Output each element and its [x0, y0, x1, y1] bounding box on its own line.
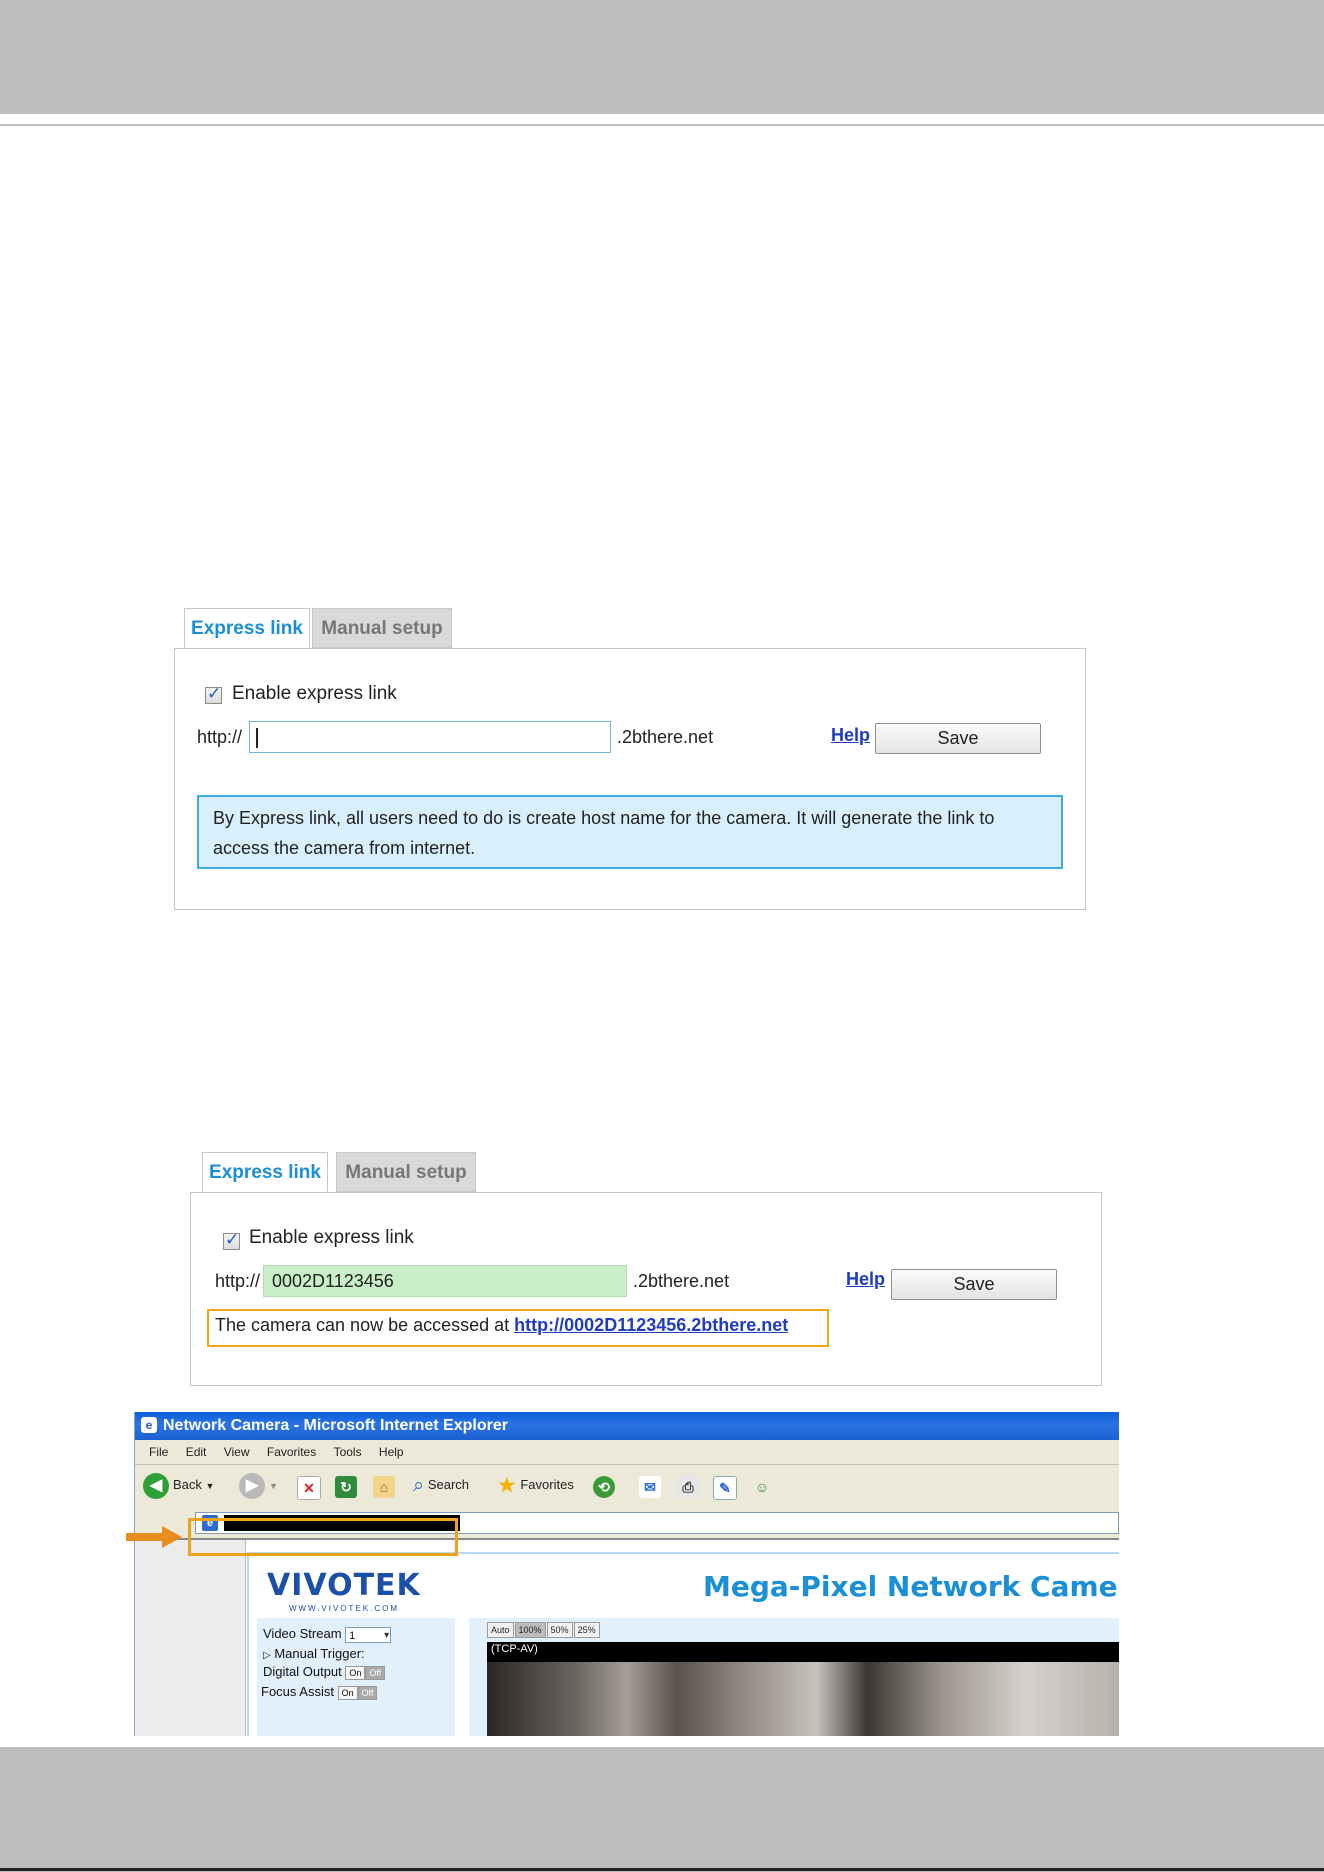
back-button[interactable]: ◀ Back ▼ [143, 1472, 214, 1499]
digital-output-row: Digital Output On Off [263, 1664, 386, 1680]
live-video[interactable]: (TCP-AV) [487, 1642, 1119, 1736]
video-stream-select[interactable]: 1 [345, 1626, 392, 1644]
ie-icon: e [141, 1417, 157, 1433]
focus-assist-row: Focus Assist On Off [261, 1684, 378, 1700]
browser-window: e Network Camera - Microsoft Internet Ex… [134, 1412, 1119, 1736]
browser-title-bar: e Network Camera - Microsoft Internet Ex… [135, 1412, 1119, 1440]
menu-view[interactable]: View [224, 1445, 250, 1459]
star-icon: ★ [497, 1472, 517, 1498]
favorites-button[interactable]: ★ Favorites [497, 1472, 574, 1499]
mail-icon[interactable]: ✉ [639, 1476, 661, 1498]
browser-content: VIVOTEK WWW.VIVOTEK.COM Mega-Pixel Netwo… [135, 1538, 1119, 1736]
zoom-auto-button[interactable]: Auto [487, 1622, 514, 1638]
save-button[interactable]: Save [891, 1269, 1057, 1300]
pointer-arrow [126, 1526, 182, 1548]
help-link[interactable]: Help [846, 1269, 885, 1290]
content-left-margin [135, 1540, 246, 1736]
zoom-bar: Auto 100% 50% 25% [487, 1622, 601, 1638]
access-notice: The camera can now be accessed at http:/… [207, 1309, 829, 1347]
express-link-panel-empty: Express link Manual setup Enable express… [174, 608, 1086, 910]
express-link-box: Enable express link http:// 0002D1123456… [190, 1192, 1102, 1386]
express-link-box: Enable express link http:// .2bthere.net… [174, 648, 1086, 910]
expand-arrow-icon: ▷ [263, 1650, 271, 1661]
browser-title: Network Camera - Microsoft Internet Expl… [163, 1417, 508, 1434]
video-stream-row: Video Stream 1 [263, 1626, 392, 1644]
camera-web-page: VIVOTEK WWW.VIVOTEK.COM Mega-Pixel Netwo… [247, 1552, 1119, 1736]
search-button[interactable]: ⌕ Search [413, 1472, 469, 1499]
save-button[interactable]: Save [875, 723, 1041, 754]
domain-suffix: .2bthere.net [633, 1271, 730, 1291]
menu-file[interactable]: File [149, 1445, 168, 1459]
digital-output-off-button[interactable]: Off [365, 1665, 386, 1680]
refresh-icon[interactable]: ↻ [335, 1476, 357, 1498]
enable-express-link-label: Enable express link [232, 683, 397, 704]
forward-button[interactable]: ▶ ▼ [239, 1472, 278, 1499]
enable-express-link-checkbox[interactable] [205, 684, 222, 704]
stop-icon[interactable]: ✕ [297, 1476, 321, 1500]
enable-express-link-label: Enable express link [249, 1227, 414, 1248]
video-frame [487, 1662, 1119, 1736]
tab-manual-setup[interactable]: Manual setup [336, 1152, 476, 1192]
camera-url-link[interactable]: http://0002D1123456.2bthere.net [514, 1315, 788, 1335]
help-link[interactable]: Help [831, 725, 870, 746]
host-name-input[interactable]: 0002D1123456 [263, 1265, 627, 1297]
express-link-panel-filled: Express link Manual setup Enable express… [190, 1152, 1102, 1386]
domain-suffix: .2bthere.net [617, 727, 714, 747]
search-icon: ⌕ [413, 1474, 425, 1497]
menu-edit[interactable]: Edit [186, 1445, 207, 1459]
zoom-25-button[interactable]: 25% [573, 1622, 600, 1638]
forward-arrow-icon: ▶ [239, 1472, 265, 1499]
menu-bar: File Edit View Favorites Tools Help [135, 1440, 1119, 1465]
tab-manual-setup[interactable]: Manual setup [312, 608, 452, 648]
menu-help[interactable]: Help [379, 1445, 404, 1459]
page-footer-band [0, 1747, 1324, 1872]
header-rule [0, 124, 1324, 126]
menu-favorites[interactable]: Favorites [267, 1445, 316, 1459]
zoom-50-button[interactable]: 50% [546, 1622, 573, 1638]
host-name-input[interactable] [249, 721, 611, 753]
home-icon[interactable]: ⌂ [373, 1476, 395, 1498]
vivotek-logo: VIVOTEK WWW.VIVOTEK.COM [267, 1568, 421, 1613]
focus-assist-off-button[interactable]: Off [357, 1685, 378, 1700]
text-caret [256, 728, 258, 748]
focus-assist-on-button[interactable]: On [337, 1685, 358, 1700]
footer-rule [0, 1868, 1324, 1871]
express-link-info: By Express link, all users need to do is… [197, 795, 1063, 869]
video-view-panel: Auto 100% 50% 25% (TCP-AV) [469, 1618, 1119, 1736]
print-icon[interactable]: ⎙ [677, 1476, 699, 1498]
back-arrow-icon: ◀ [143, 1472, 169, 1499]
url-prefix: http:// [197, 727, 243, 747]
tab-express-link[interactable]: Express link [184, 608, 310, 648]
enable-express-link-checkbox[interactable] [223, 1230, 240, 1250]
toolbar: ◀ Back ▼ ▶ ▼ ✕ ↻ ⌂ ⌕ Search ★ Favorites ⟲ … [135, 1464, 1119, 1509]
zoom-100-button[interactable]: 100% [514, 1622, 546, 1638]
digital-output-on-button[interactable]: On [345, 1665, 366, 1680]
url-prefix: http:// [215, 1271, 261, 1291]
messenger-icon[interactable]: ☺ [751, 1476, 773, 1498]
edit-icon[interactable]: ✎ [713, 1476, 737, 1500]
address-highlight-box [188, 1518, 458, 1556]
access-notice-text: The camera can now be accessed at [215, 1315, 515, 1335]
history-icon[interactable]: ⟲ [593, 1476, 615, 1498]
control-panel: Video Stream 1 ▷ Manual Trigger: Digital… [257, 1618, 455, 1736]
stream-caption: (TCP-AV) [491, 1643, 538, 1655]
tab-express-link[interactable]: Express link [202, 1152, 328, 1192]
menu-tools[interactable]: Tools [334, 1445, 362, 1459]
page-title: Mega-Pixel Network Camer [703, 1570, 1119, 1603]
page-header-band [0, 0, 1324, 114]
manual-trigger-row[interactable]: ▷ Manual Trigger: [263, 1646, 365, 1661]
